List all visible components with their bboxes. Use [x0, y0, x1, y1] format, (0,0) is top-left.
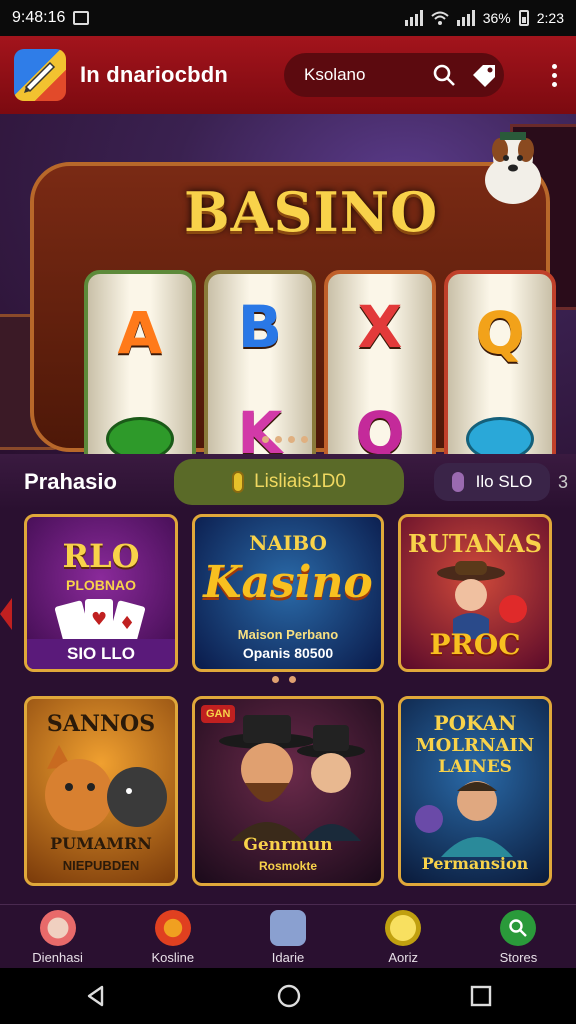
tab-slots-label: Ilo SLO: [475, 472, 533, 491]
carousel-pager: [272, 676, 296, 683]
bottom-navigation: Dienhasi Kosline Idarie Aoriz Stores: [0, 904, 576, 969]
card-footer: SIO LLO: [27, 639, 175, 669]
document-icon: [270, 909, 306, 946]
card-title: RLO: [62, 537, 140, 575]
card-footer-1: Genrmun: [243, 835, 333, 855]
card-footer-2: Rosmokte: [258, 859, 317, 873]
nav-item-4[interactable]: Stores: [461, 905, 576, 969]
reel-symbol: B: [237, 293, 283, 361]
card-subtitle: Maison Perbano: [237, 627, 339, 642]
card-footer: Permansion: [421, 854, 529, 873]
game-card-rutanas[interactable]: RUTANAS PROC: [398, 514, 552, 672]
nav-label: Aoriz: [388, 949, 419, 965]
card-title: NAIBO: [249, 531, 327, 555]
reel-3: X Q: [324, 270, 436, 454]
search-circle-icon: [500, 909, 537, 946]
home-icon[interactable]: [276, 983, 302, 1009]
status-bar: 9:48:16 36% 2:23: [0, 0, 576, 36]
signal-icon-2: [456, 10, 475, 26]
nav-item-1[interactable]: Kosline: [115, 905, 230, 969]
signal-icon: [404, 10, 423, 26]
overflow-menu-icon[interactable]: [544, 63, 564, 87]
app-logo[interactable]: [14, 49, 66, 101]
playing-cards-icon: ♥ ♦: [55, 599, 146, 645]
chip-icon: [466, 417, 534, 454]
card-subtitle: PLOBNAO: [66, 577, 136, 593]
cowgirl-character-icon: [437, 561, 527, 639]
player-character-icon: [415, 781, 513, 857]
tab-more[interactable]: 3: [558, 472, 568, 493]
card-title: SANNOS: [46, 711, 156, 737]
notification-icon: [73, 11, 90, 25]
status-time: 9:48:16: [12, 9, 66, 26]
dog-mascot-icon: [485, 132, 541, 204]
game-card-kasino[interactable]: NAIBO Kasino Maison Perbano Opanis 80500: [192, 514, 384, 672]
reel-symbol: Q: [355, 399, 405, 454]
hero-banner[interactable]: BASINO A B K X Q Q: [0, 114, 576, 454]
pencil-logo-icon: [24, 61, 56, 93]
game-card-pokan[interactable]: POKAN MOLRNAIN LAINES Permansion: [398, 696, 552, 886]
slot-reels: A B K X Q Q: [84, 270, 556, 454]
card-footer: PROC: [429, 628, 521, 661]
system-navigation-bar: [0, 968, 576, 1024]
cat-face-icon: [39, 909, 76, 946]
tab-slots[interactable]: Ilo SLO: [434, 463, 550, 501]
machine-dots: [262, 436, 308, 443]
battery-percent: 36%: [482, 10, 511, 26]
card-title-3: LAINES: [438, 757, 512, 777]
status-right-text: 2:23: [536, 10, 564, 26]
reel-1: A: [84, 270, 196, 454]
reel-symbol: X: [357, 293, 403, 361]
game-grid: RLO PLOBNAO ♥ ♦ SIO LLO NAIBO Kasino Mai…: [0, 510, 576, 904]
nav-item-0[interactable]: Dienhasi: [0, 905, 115, 969]
nav-item-3[interactable]: Aoriz: [346, 905, 461, 969]
search-bar[interactable]: Ksolano: [284, 53, 504, 97]
animals-icon: [45, 745, 167, 831]
nav-item-2[interactable]: Idarie: [230, 905, 345, 969]
app-bar: In dnariocbdn Ksolano: [0, 36, 576, 114]
lemon-icon: [385, 909, 422, 946]
nav-label: Stores: [499, 949, 538, 965]
recents-icon[interactable]: [470, 985, 492, 1007]
category-tabs: Prahasio Lisliais1D0 Ilo SLO 3: [0, 454, 576, 510]
reel-symbol: Q: [475, 299, 525, 367]
reel-symbol: A: [117, 299, 163, 367]
card-title: RUTANAS: [408, 529, 542, 558]
battery-icon: [518, 10, 529, 26]
hero-brand-title: BASINO: [184, 180, 439, 244]
svg-text:♥: ♥: [91, 609, 107, 630]
card-title-1: POKAN: [433, 711, 517, 735]
svg-text:♦: ♦: [119, 613, 135, 634]
pill-icon: [451, 472, 464, 492]
card-brand: Kasino: [203, 557, 373, 608]
tag-icon[interactable]: [464, 55, 504, 95]
game-card-sannos[interactable]: SANNOS PUMAMRN NIEPUBDEN: [24, 696, 178, 886]
back-icon[interactable]: [84, 984, 108, 1008]
card-footer: Opanis 80500: [242, 645, 334, 661]
reel-2: B K: [204, 270, 316, 454]
tab-home[interactable]: Prahasio: [24, 469, 162, 495]
nav-label: Idarie: [271, 949, 305, 965]
nav-label: Kosline: [151, 949, 195, 965]
card-title-2: MOLRNAIN: [415, 735, 535, 756]
chip-icon: [106, 417, 174, 454]
slot-machine: BASINO A B K X Q Q: [30, 162, 556, 454]
reel-symbol: K: [237, 399, 283, 454]
card-footer-2: NIEPUBDEN: [62, 858, 140, 873]
search-icon[interactable]: [424, 55, 464, 95]
game-card-gentlemen[interactable]: GAN Genrmun Rosmokte: [192, 696, 384, 886]
helmet-icon: [154, 909, 191, 946]
search-label: Ksolano: [304, 65, 366, 84]
wifi-icon: [431, 11, 449, 25]
nav-label: Dienhasi: [32, 949, 83, 965]
game-card-rlo[interactable]: RLO PLOBNAO ♥ ♦ SIO LLO: [24, 514, 178, 672]
card-footer-1: PUMAMRN: [50, 834, 152, 853]
coin-icon: [232, 471, 245, 493]
gentlemen-characters-icon: [219, 715, 365, 841]
reel-4: Q: [444, 270, 556, 454]
tab-selected-label: Lisliais1D0: [254, 471, 346, 492]
app-title: In dnariocbdn: [80, 62, 229, 87]
scroll-left-arrow-icon[interactable]: [0, 598, 12, 630]
tab-selected[interactable]: Lisliais1D0: [174, 459, 404, 505]
